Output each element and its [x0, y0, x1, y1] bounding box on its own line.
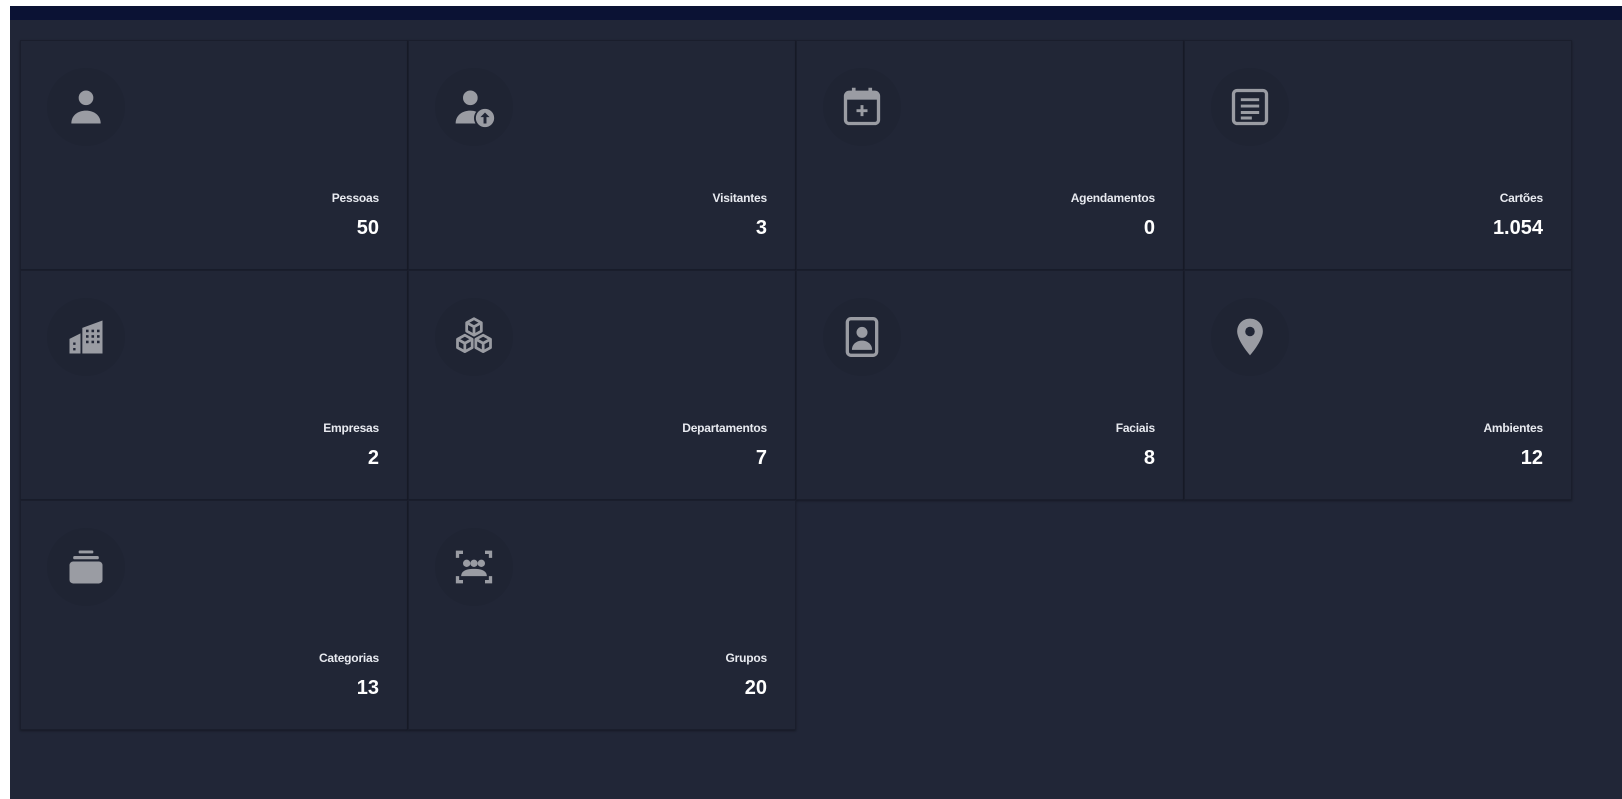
card-label: Categorias [318, 651, 379, 665]
card-value: 1.054 [1492, 217, 1543, 239]
card-value: 13 [356, 677, 379, 699]
card-categorias[interactable]: Categorias 13 [20, 500, 408, 730]
dashboard-frame: Pessoas 50 Visitantes 3 Agendamentos 0 C… [10, 6, 1622, 799]
card-label: Visitantes [712, 191, 768, 205]
card-departamentos[interactable]: Departamentos 7 [408, 270, 796, 500]
card-label: Grupos [725, 651, 768, 665]
top-bar [10, 6, 1622, 20]
card-list-icon [1211, 68, 1289, 146]
group-scan-icon [435, 528, 513, 606]
card-value: 7 [755, 447, 767, 469]
card-label: Empresas [323, 421, 379, 435]
card-cartoes[interactable]: Cartões 1.054 [1184, 40, 1572, 270]
person-upload-icon [435, 68, 513, 146]
card-ambientes[interactable]: Ambientes 12 [1184, 270, 1572, 500]
card-label: Pessoas [331, 191, 380, 205]
card-value: 12 [1520, 447, 1543, 469]
card-value: 2 [367, 447, 379, 469]
card-label: Ambientes [1483, 421, 1543, 435]
stacked-folder-icon [47, 528, 125, 606]
card-faciais[interactable]: Faciais 8 [796, 270, 1184, 500]
face-badge-icon [823, 298, 901, 376]
card-pessoas[interactable]: Pessoas 50 [20, 40, 408, 270]
person-icon [47, 68, 125, 146]
card-value: 20 [744, 677, 767, 699]
card-label: Cartões [1499, 191, 1543, 205]
location-pin-icon [1211, 298, 1289, 376]
card-value: 8 [1143, 447, 1155, 469]
card-label: Departamentos [682, 421, 767, 435]
card-visitantes[interactable]: Visitantes 3 [408, 40, 796, 270]
calendar-add-icon [823, 68, 901, 146]
card-empresas[interactable]: Empresas 2 [20, 270, 408, 500]
card-value: 3 [755, 217, 767, 239]
card-label: Faciais [1115, 421, 1155, 435]
card-agendamentos[interactable]: Agendamentos 0 [796, 40, 1184, 270]
card-value: 0 [1143, 217, 1155, 239]
cubes-icon [435, 298, 513, 376]
card-grupos[interactable]: Grupos 20 [408, 500, 796, 730]
card-label: Agendamentos [1070, 191, 1155, 205]
card-value: 50 [356, 217, 379, 239]
stats-grid: Pessoas 50 Visitantes 3 Agendamentos 0 C… [20, 40, 1620, 730]
building-icon [47, 298, 125, 376]
